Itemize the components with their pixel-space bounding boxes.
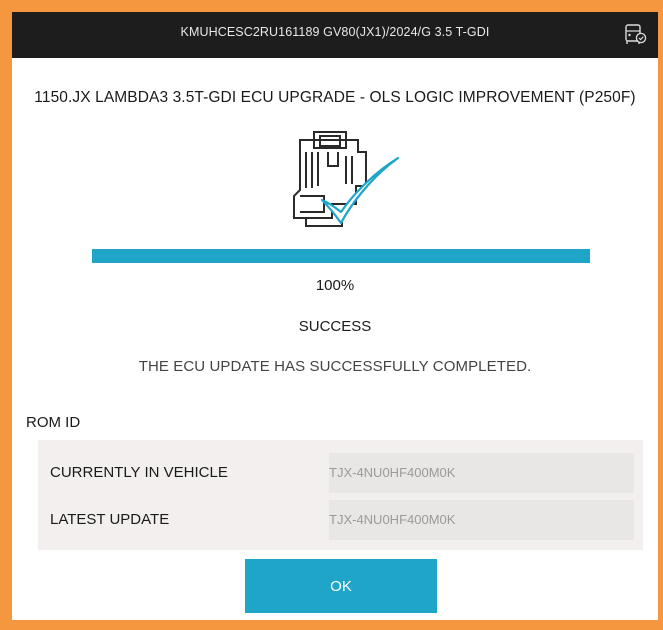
header-bar: KMUHCESC2RU161189 GV80(JX1)/2024/G 3.5 T…: [12, 12, 658, 58]
vehicle-info: KMUHCESC2RU161189 GV80(JX1)/2024/G 3.5 T…: [180, 25, 490, 39]
progress-bar-fill: [92, 249, 590, 263]
ok-button[interactable]: OK: [245, 559, 437, 613]
ecu-update-dialog: KMUHCESC2RU161189 GV80(JX1)/2024/G 3.5 T…: [12, 12, 658, 620]
progress-percent: 100%: [315, 277, 355, 294]
rom-row-label: CURRENTLY IN VEHICLE: [50, 464, 228, 481]
rom-id-panel: CURRENTLY IN VEHICLE TJX-4NU0HF400M0K LA…: [38, 440, 643, 550]
rom-row-current: CURRENTLY IN VEHICLE TJX-4NU0HF400M0K: [38, 453, 643, 493]
rom-row-value: TJX-4NU0HF400M0K: [329, 500, 634, 540]
ecu-check-icon: [284, 126, 404, 238]
status-message: THE ECU UPDATE HAS SUCCESSFULLY COMPLETE…: [138, 358, 532, 375]
rom-row-latest: LATEST UPDATE TJX-4NU0HF400M0K: [38, 500, 643, 540]
rom-latest-value: TJX-4NU0HF400M0K: [329, 512, 456, 527]
rom-row-label: LATEST UPDATE: [50, 511, 170, 528]
update-title: 1150.JX LAMBDA3 3.5T-GDI ECU UPGRADE - O…: [34, 89, 636, 106]
rom-id-label: ROM ID: [26, 414, 81, 431]
vehicle-status-icon[interactable]: [622, 21, 648, 47]
rom-current-value: TJX-4NU0HF400M0K: [329, 465, 456, 480]
rom-row-value: TJX-4NU0HF400M0K: [329, 453, 634, 493]
status-text: SUCCESS: [298, 318, 372, 335]
progress-bar: [92, 249, 590, 263]
